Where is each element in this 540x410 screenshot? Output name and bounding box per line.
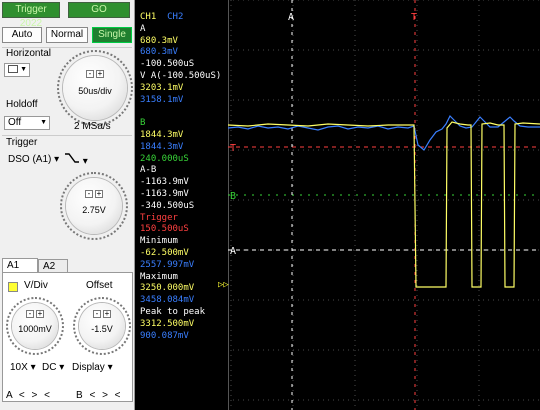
chevron-down-icon: ▼ [20,66,27,73]
trigger-time-marker: T [411,12,417,23]
readout-line: -340.500uS [140,200,195,211]
display-value: Display [72,362,105,373]
normal-mode-button[interactable]: Normal [46,27,88,43]
trigger-level-marker: T [230,143,236,154]
readout-line: 3250.000mV [140,283,195,294]
ch2-label: CH2 [167,12,184,22]
divider [2,135,132,136]
plus-minus-buttons[interactable]: - + [25,309,45,319]
trigger-status-button[interactable]: Trigger 2022 [2,2,60,29]
trigger-level-knob[interactable]: - + 2.75V [60,172,128,240]
readout-line: 3312.500mV [140,318,195,329]
probe-value: 10X [10,362,28,373]
holdoff-dropdown[interactable]: Off ▼ [4,116,50,130]
vdiv-value: 1000mV [18,324,52,334]
readout-line: 1844.3mV [140,129,184,140]
timebase-value: 50us/div [78,86,112,96]
readout-line: A [140,23,146,34]
readout-line: Minimum [140,236,178,247]
plus-minus-buttons[interactable]: - + [85,69,105,78]
readout-line: V A(-100.500uS) [140,70,222,81]
auto-mode-button[interactable]: Auto [2,27,42,43]
channel-color-swatch[interactable] [8,282,18,292]
vdiv-label: V/Div [24,280,48,291]
readout-line: Trigger [140,212,178,223]
readout-line: 3158.1mV [140,94,184,105]
coupling-dropdown[interactable]: DC ▾ [42,362,64,373]
offset-value: -1.5V [91,324,113,334]
horizontal-mode-dropdown[interactable]: ▼ [4,63,30,77]
readout-line: A-B [140,165,157,176]
readout-line: 3203.1mV [140,82,184,93]
coupling-value: DC [42,362,57,373]
trigger-level-value: 2.75V [82,205,106,215]
readout-line: 680.3mV [140,47,178,58]
cursor-b-marker: B [230,191,236,202]
waveform-plot[interactable]: A T T B A [228,0,540,410]
readout-line: -1163.9mV [140,177,189,188]
ch1-label: CH1 [140,12,157,22]
probe-dropdown[interactable]: 10X ▾ [10,362,36,373]
readout-line: -1163.9mV [140,188,189,199]
cursor-a-level-marker: A [230,246,236,257]
readout-line: Peak to peak [140,306,206,317]
tab-a2[interactable]: A2 [38,259,68,273]
display-dropdown[interactable]: Display ▾ [72,362,113,373]
readout-line: 240.000uS [140,153,189,164]
readout-line: 1844.3mV [140,141,184,152]
plus-minus-buttons[interactable]: - + [92,309,112,319]
readout-line: 2557.997mV [140,259,195,270]
cursor-a-marker: A [288,12,294,23]
trigger-section-title: Trigger [6,137,38,148]
sweep-icon [8,65,18,73]
readout-line: -62.500mV [140,247,189,258]
trigger-source-value: DSO (A1) [8,154,52,165]
readout-line: 150.500uS [140,224,189,235]
cursor-a-nav[interactable]: A < > < [6,390,52,401]
graticule [228,0,540,410]
go-button[interactable]: GO [68,2,130,18]
tab-a1[interactable]: A1 [2,258,38,273]
readout-line: -100.500uS [140,59,195,70]
horizontal-section-title: Horizontal [6,48,52,59]
control-panel: Trigger 2022 GO Auto Normal Single Horiz… [0,0,135,410]
readout-line: B [140,118,146,129]
scope-screen[interactable]: CH1 CH2 A 680.3mV 680.3mV -100.500uS V A… [136,0,540,410]
plus-minus-buttons[interactable]: - + [84,189,104,199]
chevron-down-icon: ▼ [40,119,47,126]
readout-header: CH1 CH2 [140,12,221,24]
offset-knob[interactable]: - + -1.5V [73,297,131,355]
ch2-waveform [228,114,540,151]
readout-line [140,106,221,118]
vdiv-knob[interactable]: - + 1000mV [6,297,64,355]
sample-rate: 2 MSa/s [74,121,111,132]
holdoff-label: Holdoff [6,99,38,110]
offset-label: Offset [86,280,113,291]
readout-line: 900.087mV [140,330,189,341]
timebase-knob[interactable]: - + 50us/div [57,50,133,126]
ch1-ground-marker[interactable]: ▷▷ [218,280,229,290]
trigger-edge-dropdown[interactable]: ▾ [64,152,88,167]
readout-line: Maximum [140,271,178,282]
falling-edge-icon [65,153,79,163]
readout-line: 680.3mV [140,35,178,46]
cursor-b-nav[interactable]: B < > < [76,390,123,401]
single-mode-button[interactable]: Single [92,27,132,43]
holdoff-value: Off [8,117,22,128]
trigger-source-dropdown[interactable]: DSO (A1) ▾ [8,154,59,165]
measurement-readout: CH1 CH2 A 680.3mV 680.3mV -100.500uS V A… [140,12,221,342]
readout-line: 3458.084mV [140,295,195,306]
